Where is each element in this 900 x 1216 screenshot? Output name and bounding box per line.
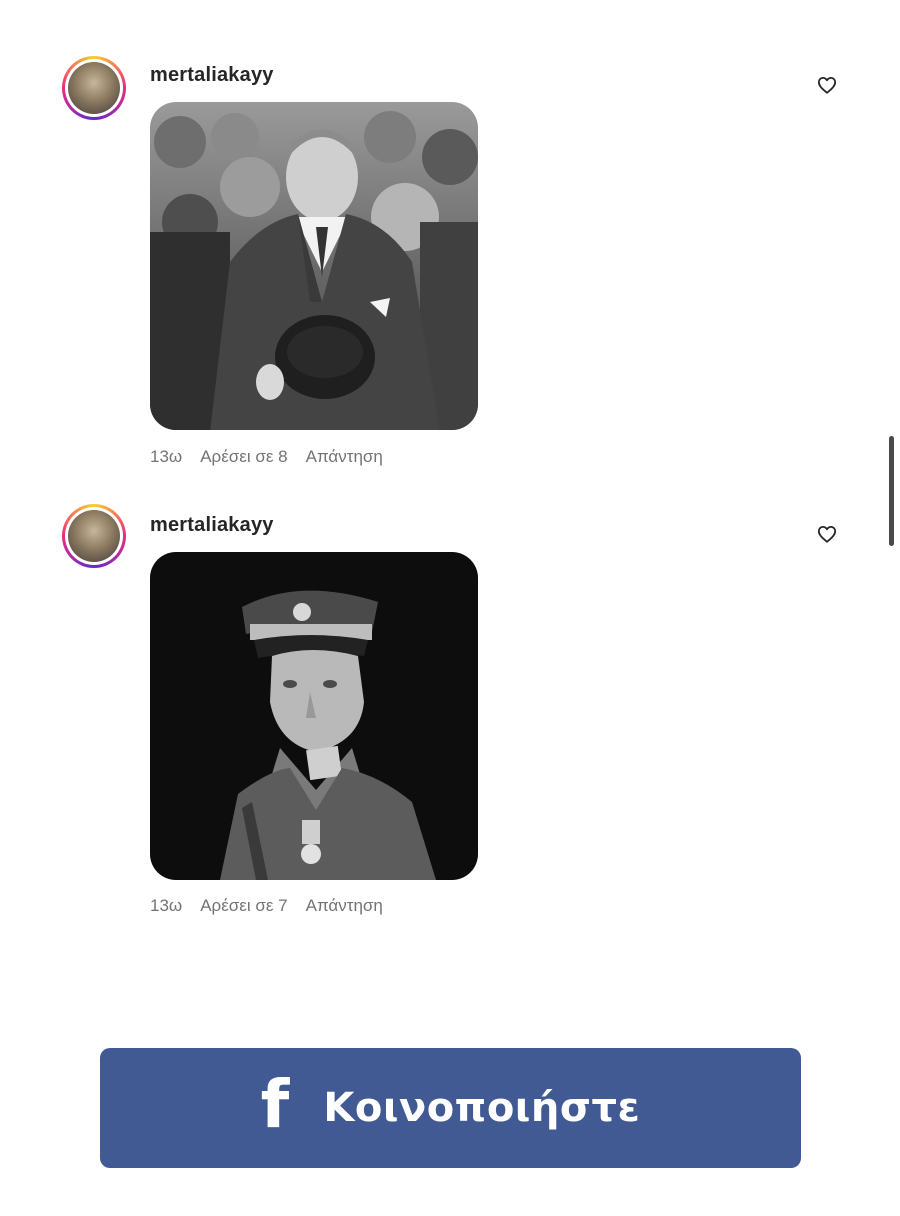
comment-username[interactable]: mertaliakayy — [150, 514, 274, 537]
like-heart-icon[interactable] — [814, 521, 840, 547]
comment-meta: 13ω Αρέσει σε 8 Απάντηση — [150, 447, 383, 467]
like-heart-icon[interactable] — [814, 72, 840, 98]
comment-photo[interactable] — [150, 102, 478, 430]
facebook-share-button[interactable]: f Κοινοποιήστε — [100, 1048, 801, 1168]
avatar[interactable] — [62, 56, 126, 120]
avatar[interactable] — [62, 504, 126, 568]
scrollbar-thumb[interactable] — [889, 436, 894, 546]
comment-time: 13ω — [150, 896, 183, 915]
comment-time: 13ω — [150, 447, 183, 466]
likes-count-link[interactable]: Αρέσει σε 8 — [200, 447, 287, 467]
comment-meta: 13ω Αρέσει σε 7 Απάντηση — [150, 896, 383, 916]
comment-photo[interactable] — [150, 552, 478, 880]
reply-button[interactable]: Απάντηση — [306, 447, 383, 467]
comment-username[interactable]: mertaliakayy — [150, 64, 274, 87]
likes-count-link[interactable]: Αρέσει σε 7 — [200, 896, 287, 916]
reply-button[interactable]: Απάντηση — [306, 896, 383, 916]
facebook-f-icon: f — [260, 1066, 290, 1143]
share-button-label: Κοινοποιήστε — [323, 1085, 641, 1131]
